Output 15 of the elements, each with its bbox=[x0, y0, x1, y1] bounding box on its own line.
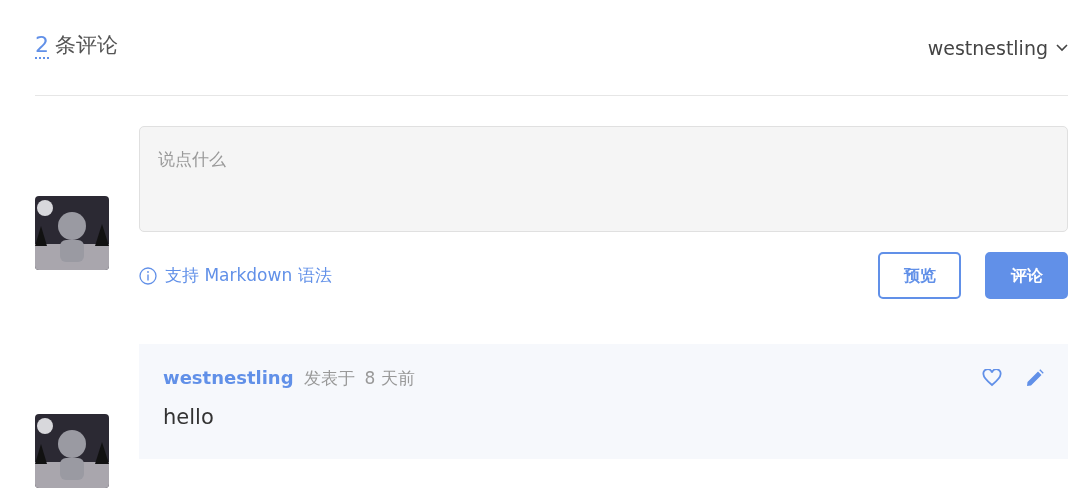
submit-button[interactable]: 评论 bbox=[985, 252, 1068, 299]
heart-icon[interactable] bbox=[982, 368, 1002, 387]
comment-author-link[interactable]: westnestling bbox=[163, 364, 294, 391]
comment-input[interactable]: 说点什么 bbox=[139, 126, 1068, 232]
preview-button[interactable]: 预览 bbox=[878, 252, 961, 299]
comment-meta: 发表于 bbox=[303, 367, 355, 390]
comment-body: hello bbox=[163, 403, 215, 431]
comment-count[interactable]: 2 bbox=[35, 33, 49, 60]
info-icon bbox=[139, 266, 157, 285]
chevron-down-icon[interactable] bbox=[1056, 44, 1068, 53]
user-menu[interactable]: westnestling bbox=[927, 34, 1048, 63]
markdown-hint-link[interactable]: 支持 Markdown 语法 bbox=[165, 262, 332, 289]
pencil-icon[interactable] bbox=[1026, 368, 1044, 387]
comment-count-label: 条评论 bbox=[55, 32, 118, 59]
comment-time: 8 天前 bbox=[364, 367, 415, 390]
